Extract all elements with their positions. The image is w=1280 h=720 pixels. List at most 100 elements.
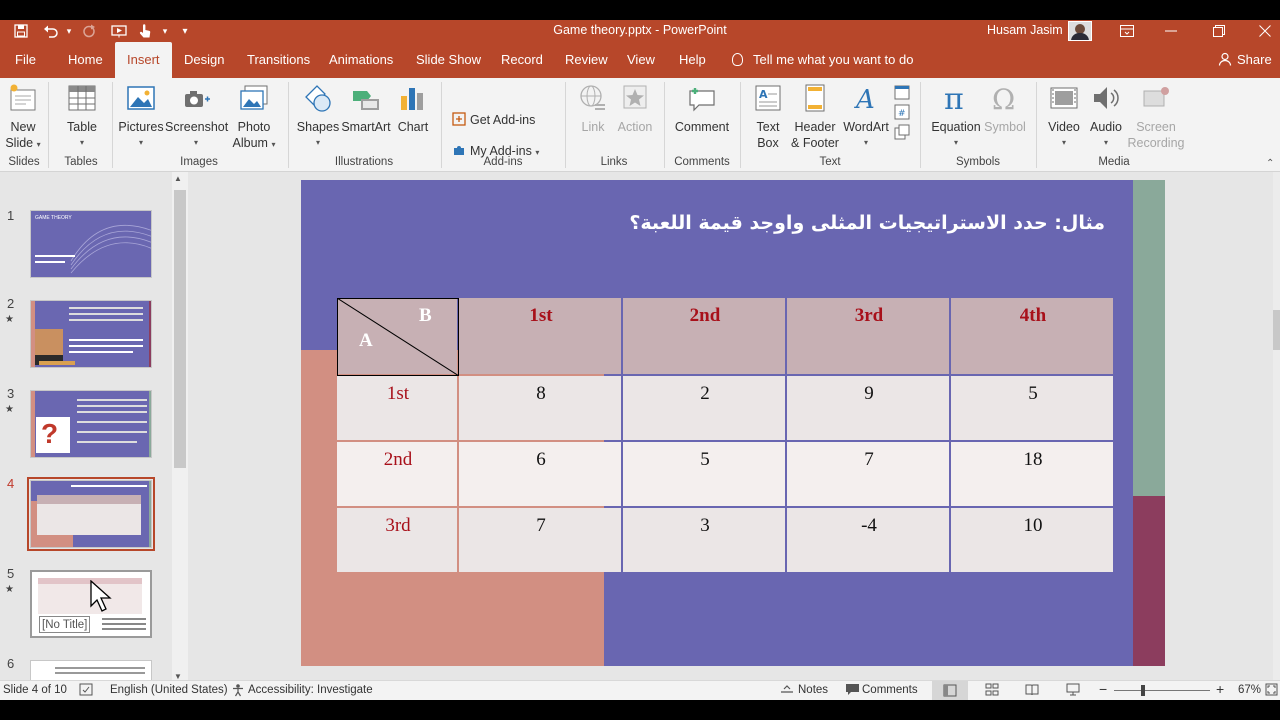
shapes-button[interactable]: Shapes ▾ [296,83,340,151]
tab-view[interactable]: View [615,42,667,78]
screen-recording-button[interactable]: Screen Recording [1126,83,1186,151]
slide-thumbnail-3[interactable]: ? [30,390,152,458]
stage-scrollbar[interactable] [1273,172,1280,686]
close-icon[interactable] [1242,20,1280,42]
fit-to-window-icon[interactable] [1265,683,1278,699]
chart-label: Chart [397,120,429,134]
photo-album-button[interactable]: Photo Album ▾ [229,83,279,153]
new-slide-button[interactable]: New Slide ▾ [4,83,42,153]
header-footer-button[interactable]: Header & Footer [790,83,840,151]
pictures-button[interactable]: Pictures ▾ [118,83,164,151]
group-separator [288,82,289,168]
collapse-ribbon-icon[interactable]: ⌃ [1266,158,1274,169]
save-icon[interactable] [12,22,30,40]
screenshot-button[interactable]: Screenshot ▾ [165,83,228,151]
payoff-table[interactable]: A B 1st 2nd 3rd 4th 1st 8 2 9 5 2nd 6 5 7 18 3rd 7 3 -4 10 [337,298,1115,574]
action-label: Action [617,120,653,134]
slide-canvas[interactable]: مثال: حدد الاستراتيجيات المثلى واوجد قيم… [301,180,1165,666]
restore-icon[interactable] [1196,20,1242,42]
comments-button[interactable]: Comments [862,684,918,696]
video-button[interactable]: Video ▾ [1044,83,1084,151]
zoom-slider-thumb[interactable] [1141,685,1145,696]
group-symbols-label: Symbols [955,156,1001,168]
language-indicator[interactable]: English (United States) [110,684,228,696]
table-button[interactable]: Table ▾ [62,83,102,151]
comment-button[interactable]: Comment [672,83,732,135]
symbol-label: Symbol [984,120,1026,134]
touch-mode-icon[interactable] [136,22,154,40]
scroll-up-icon[interactable]: ▲ [174,174,182,183]
table-label: Table [67,120,97,134]
zoom-in-button[interactable]: + [1216,681,1224,697]
slide-title[interactable]: مثال: حدد الاستراتيجيات المثلى واوجد قيم… [629,212,1105,234]
customize-qat-icon[interactable]: ▾ [176,22,194,40]
from-beginning-icon[interactable] [110,22,128,40]
object-icon[interactable] [894,124,910,145]
undo-dropdown-icon[interactable]: ▾ [60,22,78,40]
corner-label-a: A [359,330,373,351]
new-slide-icon [10,84,36,111]
action-button[interactable]: Action [614,83,656,135]
get-addins-label: Get Add-ins [470,113,536,127]
normal-view-button[interactable] [932,681,968,700]
thumbnails-scrollbar[interactable]: ▲ ▼ [172,172,188,686]
user-name[interactable]: Husam Jasim [987,23,1063,37]
reading-view-icon[interactable] [1025,683,1039,699]
tab-insert[interactable]: Insert [115,42,172,79]
wave-pattern-icon [35,224,151,274]
tab-design[interactable]: Design [172,42,236,78]
header-footer-icon [805,84,825,112]
text-box-button[interactable]: A Text Box [750,83,786,151]
slide-thumbnail-2[interactable] [30,300,152,368]
powerpoint-window: ▾ ▾ ▾ Game theory.pptx - PowerPoint Husa… [0,20,1280,700]
shapes-label: Shapes [296,120,340,134]
photo-album-label-1: Photo [237,120,271,134]
wordart-button[interactable]: A WordArt ▾ [842,83,890,151]
tab-slide-show[interactable]: Slide Show [404,42,493,78]
tab-review[interactable]: Review [553,42,620,78]
get-addins-button[interactable]: Get Add-ins [452,112,535,128]
redo-icon[interactable] [80,22,98,40]
link-button[interactable]: Link [575,83,611,135]
tab-transitions[interactable]: Transitions [235,42,322,78]
zoom-out-button[interactable]: − [1099,681,1107,697]
accessibility-status[interactable]: Accessibility: Investigate [248,684,373,696]
tab-help[interactable]: Help [667,42,718,78]
ribbon-display-icon[interactable] [1104,20,1150,42]
slideshow-icon[interactable] [1066,683,1080,699]
table-icon [68,85,96,111]
symbol-button[interactable]: Ω Symbol [984,83,1026,135]
notes-button[interactable]: Notes [798,684,828,696]
corner-label-b: B [419,305,432,326]
slide-thumbnail-4[interactable] [27,477,155,551]
avatar[interactable] [1068,21,1092,41]
chart-button[interactable]: Chart [394,83,432,135]
video-label: Video [1048,120,1080,134]
slide-sorter-icon[interactable] [985,683,999,699]
zoom-slider[interactable] [1114,690,1210,691]
scrollbar-thumb[interactable] [174,190,186,468]
slide-number-icon[interactable]: # [894,104,910,125]
column-header: 4th [1019,305,1047,326]
tell-me-search[interactable]: Tell me what you want to do [732,42,913,78]
touch-dropdown-icon[interactable]: ▾ [156,22,174,40]
audio-button[interactable]: Audio ▾ [1086,83,1126,151]
slide-thumbnail-1[interactable]: GAME THEORY [30,210,152,278]
group-separator [48,82,49,168]
photo-album-label-2: Album ▾ [232,136,276,150]
equation-button[interactable]: π Equation ▾ [928,82,984,151]
minimize-icon[interactable] [1148,20,1194,42]
date-time-icon[interactable] [894,84,910,105]
tab-animations[interactable]: Animations [317,42,405,78]
share-button[interactable]: Share [1218,42,1272,78]
undo-icon[interactable] [42,22,60,40]
tab-file[interactable]: File [3,42,48,78]
tab-record[interactable]: Record [489,42,555,78]
animation-star-icon: ★ [5,584,14,595]
tab-home[interactable]: Home [56,42,115,78]
lightbulb-icon [732,53,743,66]
smartart-button[interactable]: SmartArt [341,83,391,135]
text-box-label-2: Box [757,136,779,150]
spell-check-icon[interactable] [79,683,93,699]
zoom-level[interactable]: 67% [1238,684,1261,696]
